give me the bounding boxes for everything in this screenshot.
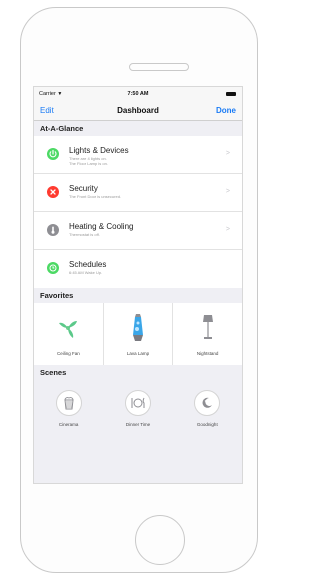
favorite-label: Ceiling Fan [56, 351, 80, 356]
fan-icon [55, 315, 81, 346]
page-title: Dashboard [117, 106, 159, 115]
scene-label: Dinner Time [125, 422, 151, 427]
scene-dinner-time[interactable]: Dinner Time [103, 386, 172, 452]
glance-subtitle: The Front Door is unsecured. [69, 194, 122, 199]
alert-icon [47, 186, 59, 198]
favorite-label: Lava Lamp [126, 351, 150, 356]
favorites-header: Favorites [34, 288, 242, 303]
lava-lamp-icon [131, 313, 145, 348]
glance-subtitle: Thermostat is off. [69, 232, 100, 237]
thermostat-icon [47, 224, 59, 236]
home-button[interactable] [135, 515, 185, 565]
app-screen: Carrier ▼ 7:50 AM Edit Dashboard Done At… [33, 86, 243, 484]
status-bar: Carrier ▼ 7:50 AM [34, 87, 242, 101]
scene-button[interactable] [124, 390, 151, 416]
chevron-right-icon: > [225, 150, 230, 157]
at-a-glance-header: At-A-Glance [34, 121, 242, 136]
glance-list: Lights & Devices There are 4 lights on. … [34, 136, 242, 288]
glance-row-lights-devices[interactable]: Lights & Devices There are 4 lights on. … [34, 136, 242, 174]
glance-row-heating-cooling[interactable]: Heating & Cooling Thermostat is off. > [34, 212, 242, 250]
table-lamp-icon [201, 313, 215, 346]
favorite-label: Nightstand [196, 351, 219, 356]
chevron-right-icon: > [225, 226, 230, 233]
favorites-grid: Ceiling Fan Lava Lamp Nightstand [34, 303, 242, 365]
scene-button[interactable] [194, 390, 221, 416]
power-icon [47, 148, 59, 160]
battery-icon [226, 92, 236, 96]
speaker-grille [129, 63, 189, 71]
scenes-header: Scenes [34, 365, 242, 380]
glance-row-schedules[interactable]: Schedules 6:45 AM Wake Up. [34, 250, 242, 288]
scene-label: Cinerama [58, 422, 79, 427]
glance-row-security[interactable]: Security The Front Door is unsecured. > [34, 174, 242, 212]
chevron-right-icon: > [225, 188, 230, 195]
glance-title: Heating & Cooling [69, 222, 134, 231]
glance-subtitle: 6:45 AM Wake Up. [69, 270, 103, 275]
status-time: 7:50 AM [127, 91, 149, 97]
favorite-nightstand[interactable]: Nightstand [173, 303, 242, 365]
clock-icon [47, 262, 59, 274]
scene-button[interactable] [55, 390, 82, 416]
done-button[interactable]: Done [216, 106, 236, 115]
favorite-lava-lamp[interactable]: Lava Lamp [104, 303, 174, 365]
glance-title: Lights & Devices [69, 146, 129, 155]
glance-title: Schedules [69, 260, 107, 269]
scene-goodnight[interactable]: Goodnight [173, 386, 242, 452]
favorite-ceiling-fan[interactable]: Ceiling Fan [34, 303, 104, 365]
navigation-bar: Edit Dashboard Done [34, 101, 242, 121]
scene-cinerama[interactable]: Cinerama [34, 386, 103, 452]
scene-label: Goodnight [196, 422, 218, 427]
scenes-grid: Cinerama Dinner Time Goodnight [34, 380, 242, 452]
glance-subtitle: There are 4 lights on. The Floor Lamp is… [69, 156, 108, 166]
glance-title: Security [69, 184, 98, 193]
